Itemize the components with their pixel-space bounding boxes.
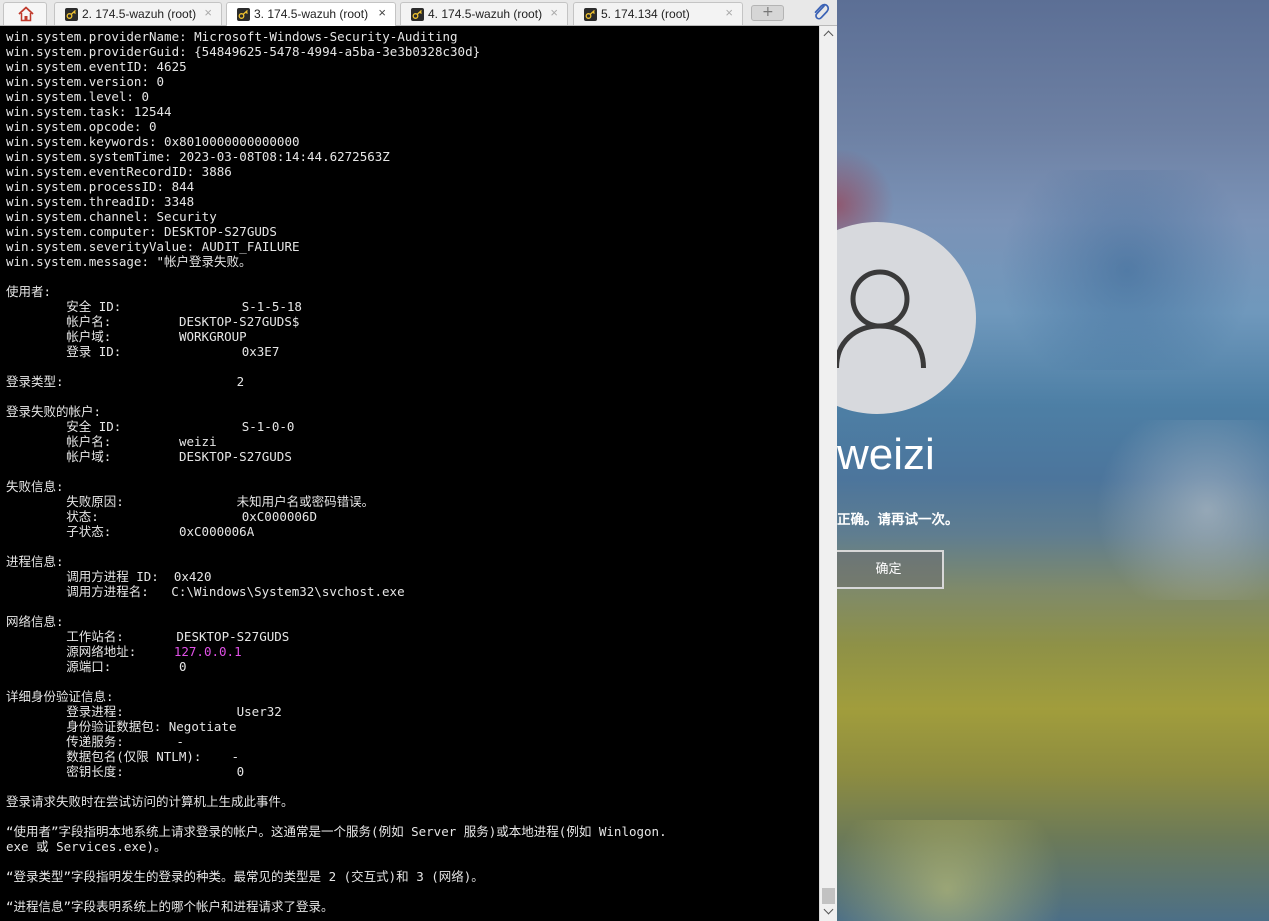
tab-2[interactable]: 2. 174.5-wazuh (root) × bbox=[54, 2, 222, 25]
background-blur bbox=[977, 170, 1269, 370]
login-username: weizi bbox=[837, 430, 935, 479]
key-icon bbox=[584, 8, 597, 21]
tab-label: 3. 174.5-wazuh (root) bbox=[254, 7, 369, 21]
key-icon bbox=[411, 8, 424, 21]
background-blur bbox=[837, 820, 1097, 921]
close-icon[interactable]: × bbox=[378, 5, 386, 20]
plus-icon: + bbox=[762, 4, 774, 20]
home-icon bbox=[18, 6, 34, 22]
tab-label: 5. 174.134 (root) bbox=[601, 7, 690, 21]
terminal-text: win.system.providerName: Microsoft-Windo… bbox=[6, 29, 667, 914]
scroll-down-arrow-icon[interactable] bbox=[820, 904, 838, 921]
tab-5[interactable]: 5. 174.134 (root) × bbox=[573, 2, 743, 25]
ok-button[interactable]: 确定 bbox=[837, 550, 944, 589]
close-icon[interactable]: × bbox=[725, 5, 733, 20]
paperclip-icon[interactable] bbox=[812, 2, 830, 22]
close-icon[interactable]: × bbox=[550, 5, 558, 20]
home-tab[interactable] bbox=[3, 2, 47, 25]
tab-label: 2. 174.5-wazuh (root) bbox=[82, 7, 197, 21]
avatar bbox=[837, 222, 976, 414]
key-icon bbox=[237, 8, 250, 21]
user-icon bbox=[837, 269, 926, 368]
scroll-thumb[interactable] bbox=[822, 888, 835, 904]
key-icon bbox=[65, 8, 78, 21]
terminal-window: 2. 174.5-wazuh (root) × 3. 174.5-wazuh (… bbox=[0, 0, 837, 921]
login-error-message: 正确。请再试一次。 bbox=[837, 512, 959, 528]
tab-3[interactable]: 3. 174.5-wazuh (root) × bbox=[226, 2, 396, 26]
scroll-up-arrow-icon[interactable] bbox=[820, 26, 838, 43]
windows-login-screen: weizi 正确。请再试一次。 确定 bbox=[837, 0, 1269, 921]
tab-label: 4. 174.5-wazuh (root) bbox=[428, 7, 543, 21]
terminal-output[interactable]: win.system.providerName: Microsoft-Windo… bbox=[0, 26, 819, 921]
terminal-scrollbar[interactable] bbox=[819, 26, 837, 921]
close-icon[interactable]: × bbox=[204, 5, 212, 20]
background-blur bbox=[1077, 420, 1269, 600]
tab-bar: 2. 174.5-wazuh (root) × 3. 174.5-wazuh (… bbox=[0, 0, 837, 26]
source-ip-address: 127.0.0.1 bbox=[173, 644, 242, 659]
tab-4[interactable]: 4. 174.5-wazuh (root) × bbox=[400, 2, 568, 25]
new-tab-button[interactable]: + bbox=[751, 4, 784, 21]
